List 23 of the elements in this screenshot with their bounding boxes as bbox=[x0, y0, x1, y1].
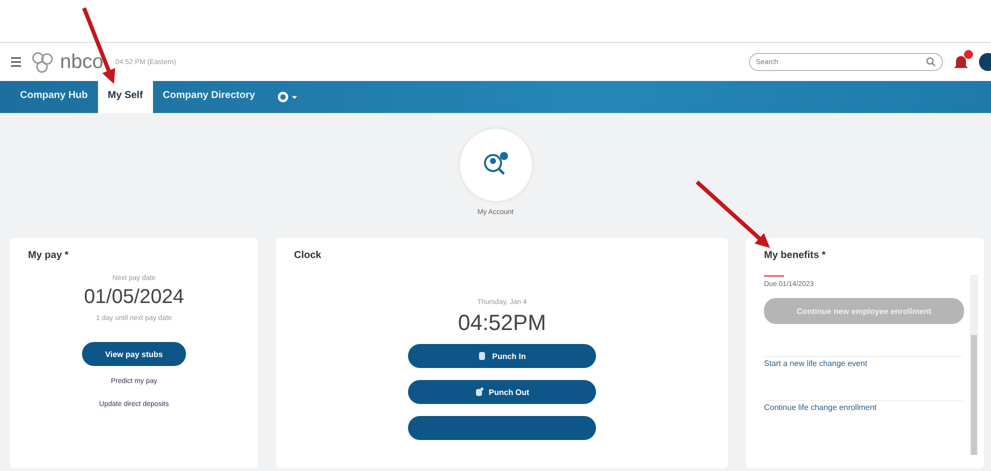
search-icon[interactable] bbox=[926, 57, 936, 67]
progress-mark bbox=[764, 275, 784, 277]
punch-button[interactable]: Punch Out bbox=[408, 380, 596, 404]
punch-button[interactable]: Punch In bbox=[408, 344, 596, 368]
benefits-link[interactable]: Start a new life change event bbox=[764, 356, 962, 368]
hand-icon bbox=[474, 387, 484, 397]
nav-tab[interactable]: My Self bbox=[98, 81, 153, 113]
card-title: My pay * bbox=[27, 250, 70, 261]
nav-tab[interactable]: Company Directory bbox=[152, 81, 266, 113]
nav-tab[interactable]: Company Hub bbox=[10, 81, 98, 113]
punch-button[interactable] bbox=[408, 416, 596, 440]
hand-icon bbox=[478, 351, 488, 361]
bell-icon[interactable] bbox=[953, 53, 969, 71]
scrollbar[interactable] bbox=[970, 275, 978, 455]
pay-date: 01/05/2024 bbox=[84, 286, 184, 309]
logo-text: nbco bbox=[60, 50, 104, 74]
card-title: My benefits * bbox=[763, 250, 827, 261]
clock-time: 04:52PM bbox=[458, 310, 546, 336]
benefits-link[interactable]: Continue life change enrollment bbox=[764, 400, 962, 412]
card-title: Clock bbox=[293, 250, 322, 261]
view-pay-stubs-button[interactable]: View pay stubs bbox=[82, 342, 186, 366]
scrollbar-thumb[interactable] bbox=[971, 335, 977, 455]
menu-icon[interactable] bbox=[10, 56, 22, 68]
